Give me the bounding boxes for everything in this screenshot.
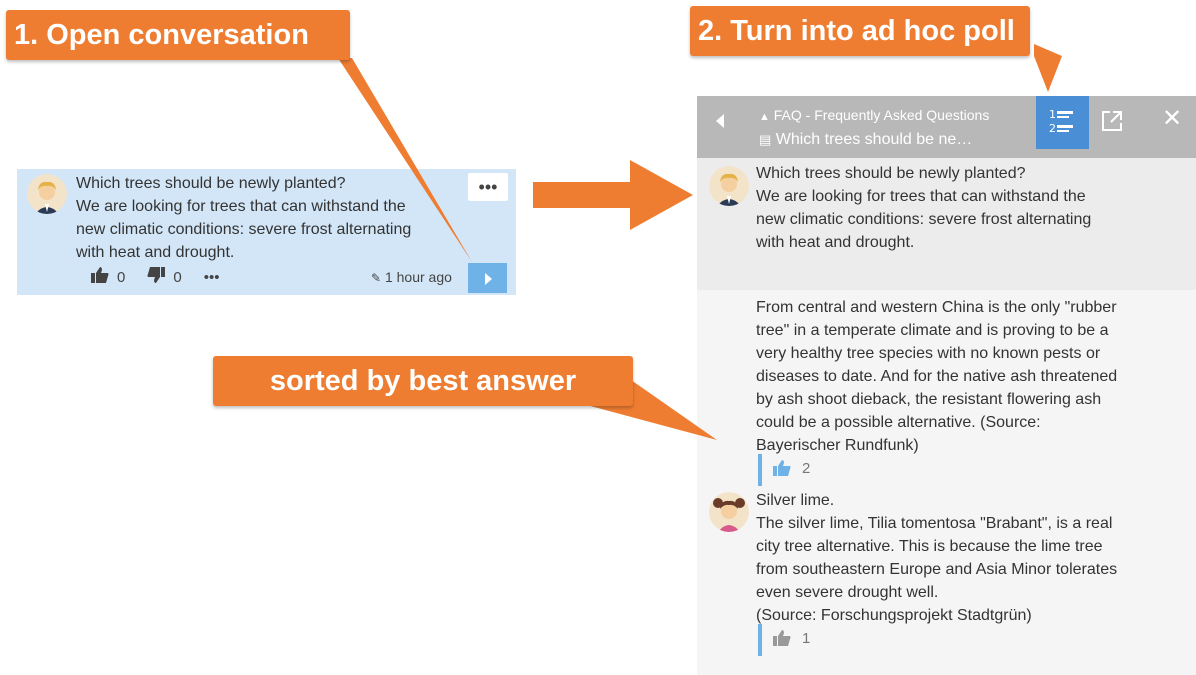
annotation-arrows (338, 44, 1062, 440)
callout-pointer-2 (1034, 44, 1062, 92)
transition-arrow (533, 160, 693, 230)
callout-open-conversation: 1. Open conversation (6, 10, 350, 60)
callout-turn-into-poll: 2. Turn into ad hoc poll (690, 6, 1030, 56)
callout-pointer-1 (338, 58, 472, 262)
callout-sorted-by-best-answer: sorted by best answer (213, 356, 633, 406)
